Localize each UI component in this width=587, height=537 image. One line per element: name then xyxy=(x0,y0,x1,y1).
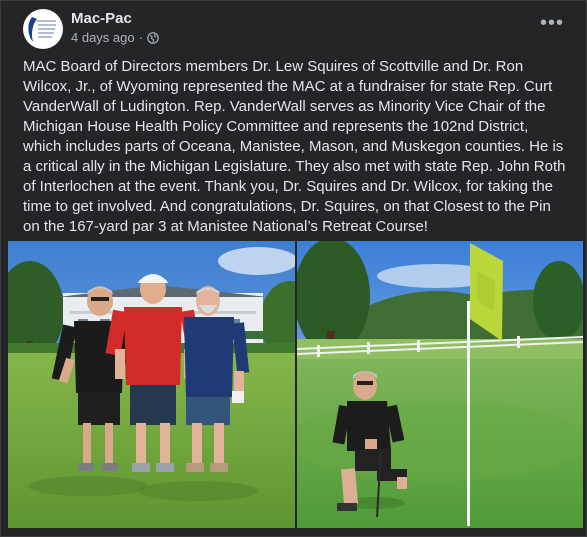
photo-golfer-flag[interactable] xyxy=(297,241,583,528)
photo-group-image xyxy=(8,241,295,528)
photo-group-golf[interactable] xyxy=(8,241,295,528)
post-time[interactable]: 4 days ago xyxy=(71,30,135,45)
post-header: Mac-Pac 4 days ago · ••• xyxy=(23,9,568,53)
mac-pac-logo-avatar[interactable] xyxy=(23,9,63,49)
post-card: Mac-Pac 4 days ago · ••• MAC Board of Di… xyxy=(0,0,587,537)
photo-golfer-image xyxy=(297,241,583,528)
globe-icon[interactable] xyxy=(147,31,159,44)
meta-separator: · xyxy=(138,30,143,45)
post-author[interactable]: Mac-Pac xyxy=(71,10,132,27)
post-text: MAC Board of Directors members Dr. Lew S… xyxy=(23,58,566,235)
logo-icon xyxy=(24,10,62,48)
more-options-icon[interactable]: ••• xyxy=(538,12,566,34)
post-meta: 4 days ago · xyxy=(71,30,159,45)
post-photos xyxy=(8,241,583,528)
